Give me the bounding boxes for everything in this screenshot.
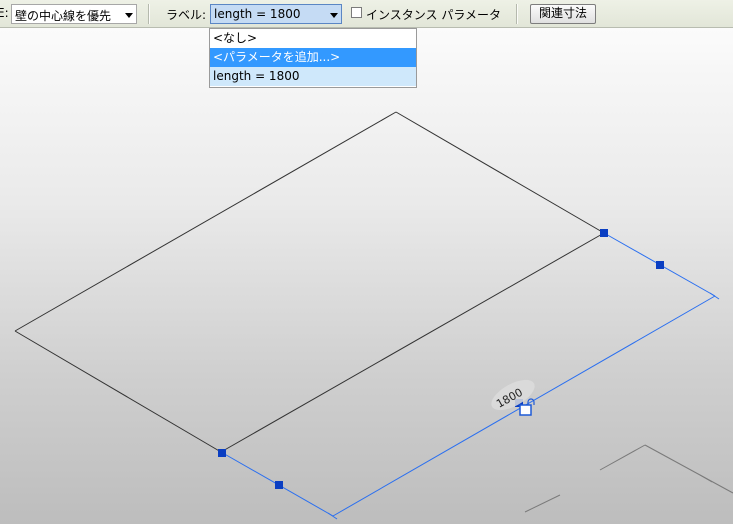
dropdown-option[interactable]: <なし> [210,29,416,48]
grip-handle[interactable] [218,449,226,457]
separator [516,4,518,24]
dropdown-option-add-parameter[interactable]: <パラメータを追加...> [210,48,416,67]
separator [148,4,150,24]
label-dropdown[interactable]: length = 1800 [210,4,342,24]
wall-line [599,444,646,471]
chevron-down-icon [330,13,338,18]
wall-line [644,444,733,494]
chevron-down-icon [125,13,133,18]
related-dimensions-button[interactable]: 関連寸法 [530,4,596,24]
grip-handle[interactable] [656,261,664,269]
location-line-value: 壁の中心線を優先 [15,9,112,23]
outline-edge-top[interactable] [14,111,397,332]
dropdown-option[interactable]: length = 1800 [210,67,416,86]
label-dropdown-value: length = 1800 [214,7,301,21]
location-prefix-label: E: [0,6,9,20]
instance-parameter-label: インスタンス パラメータ [366,8,501,22]
outline-edge-bottom[interactable] [220,232,605,453]
options-bar: E: 壁の中心線を優先 ラベル: length = 1800 インスタンス パラ… [0,0,733,28]
wall-line [524,494,561,513]
outline-edge-left[interactable] [14,330,222,453]
instance-parameter-checkbox[interactable] [351,7,362,18]
grip-handle[interactable] [600,229,608,237]
wall-line [699,474,713,483]
grip-handle[interactable] [275,481,283,489]
label-caption: ラベル: [166,8,207,22]
outline-edge-right[interactable] [395,111,605,234]
location-line-dropdown[interactable]: 壁の中心線を優先 [11,4,137,24]
label-dropdown-list: <なし> <パラメータを追加...> length = 1800 [209,28,417,88]
